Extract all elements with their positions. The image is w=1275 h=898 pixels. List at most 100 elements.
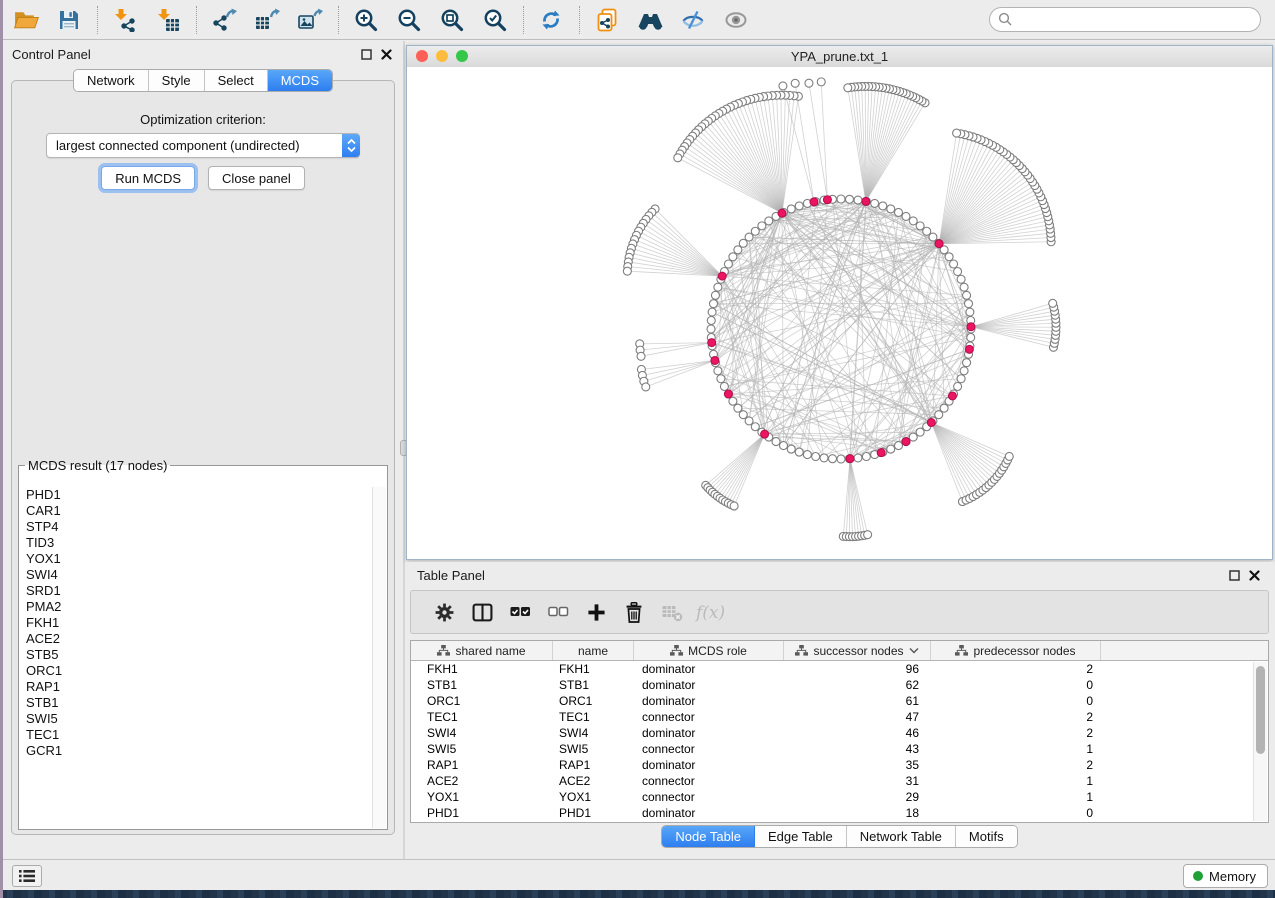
mcds-hub-node[interactable] bbox=[761, 430, 769, 438]
network-node[interactable] bbox=[887, 205, 895, 213]
mcds-result-item[interactable]: SWI4 bbox=[20, 567, 373, 583]
table-float-button[interactable] bbox=[1228, 569, 1241, 582]
mcds-hub-node[interactable] bbox=[846, 455, 854, 463]
network-node[interactable] bbox=[960, 367, 968, 375]
table-row[interactable]: SWI5SWI5connector431 bbox=[411, 741, 1268, 757]
network-node[interactable] bbox=[751, 227, 759, 235]
tab-network-table[interactable]: Network Table bbox=[847, 826, 956, 847]
zoom-in-button[interactable] bbox=[349, 4, 383, 36]
mcds-hub-node[interactable] bbox=[902, 438, 910, 446]
table-row[interactable]: FKH1FKH1dominator962 bbox=[411, 661, 1268, 677]
mcds-result-item[interactable]: TEC1 bbox=[20, 727, 373, 743]
mcds-hub-node[interactable] bbox=[778, 209, 786, 217]
cell[interactable]: ACE2 bbox=[553, 774, 634, 788]
mcds-result-item[interactable]: STB5 bbox=[20, 647, 373, 663]
network-canvas[interactable] bbox=[407, 67, 1272, 559]
task-history-button[interactable] bbox=[12, 865, 42, 887]
network-node[interactable] bbox=[854, 196, 862, 204]
table-mode-gear-button[interactable] bbox=[429, 597, 459, 627]
mcds-result-item[interactable]: STB1 bbox=[20, 695, 373, 711]
table-row[interactable]: RAP1RAP1dominator352 bbox=[411, 757, 1268, 773]
network-node[interactable] bbox=[837, 195, 845, 203]
network-node[interactable] bbox=[960, 283, 968, 291]
network-node[interactable] bbox=[879, 202, 887, 210]
network-node[interactable] bbox=[923, 227, 931, 235]
cell[interactable]: SWI4 bbox=[411, 726, 553, 740]
cell[interactable]: 0 bbox=[931, 694, 1101, 708]
export-image-button[interactable] bbox=[293, 4, 327, 36]
cell[interactable]: RAP1 bbox=[553, 758, 634, 772]
mcds-result-item[interactable]: GCR1 bbox=[20, 743, 373, 759]
mcds-hub-node[interactable] bbox=[948, 392, 956, 400]
network-node[interactable] bbox=[862, 453, 870, 461]
mcds-hub-node[interactable] bbox=[711, 356, 719, 364]
export-network-button[interactable] bbox=[207, 4, 241, 36]
optimization-criterion-select[interactable]: largest connected component (undirected) bbox=[46, 133, 360, 158]
network-node[interactable] bbox=[935, 411, 943, 419]
mcds-hub-node[interactable] bbox=[927, 419, 935, 427]
cell[interactable]: 0 bbox=[931, 678, 1101, 692]
table-row[interactable]: STB1STB1dominator620 bbox=[411, 677, 1268, 693]
float-panel-button[interactable] bbox=[360, 48, 373, 61]
network-node[interactable] bbox=[734, 404, 742, 412]
network-node[interactable] bbox=[954, 382, 962, 390]
create-column-button[interactable] bbox=[581, 597, 611, 627]
network-node[interactable] bbox=[1049, 299, 1057, 307]
network-node[interactable] bbox=[745, 417, 753, 425]
network-node[interactable] bbox=[787, 205, 795, 213]
import-table-button[interactable] bbox=[151, 4, 185, 36]
mcds-hub-node[interactable] bbox=[877, 449, 885, 457]
open-file-button[interactable] bbox=[9, 4, 43, 36]
network-node[interactable] bbox=[734, 246, 742, 254]
cell[interactable]: dominator bbox=[634, 726, 784, 740]
cell[interactable]: dominator bbox=[634, 758, 784, 772]
network-node[interactable] bbox=[965, 300, 973, 308]
tab-motifs[interactable]: Motifs bbox=[956, 826, 1017, 847]
mcds-hub-node[interactable] bbox=[823, 196, 831, 204]
network-node[interactable] bbox=[957, 275, 965, 283]
network-node[interactable] bbox=[745, 233, 753, 241]
cell[interactable]: 2 bbox=[931, 726, 1101, 740]
graphics-details-button[interactable] bbox=[676, 4, 710, 36]
cell[interactable]: connector bbox=[634, 774, 784, 788]
cell[interactable]: connector bbox=[634, 742, 784, 756]
run-mcds-button[interactable]: Run MCDS bbox=[101, 166, 195, 190]
cell[interactable]: 1 bbox=[931, 742, 1101, 756]
deselect-all-rows-button[interactable] bbox=[543, 597, 573, 627]
cell[interactable]: dominator bbox=[634, 662, 784, 676]
column-header-shared-name[interactable]: shared name bbox=[411, 641, 553, 660]
network-node[interactable] bbox=[940, 404, 948, 412]
network-node[interactable] bbox=[945, 253, 953, 261]
network-node[interactable] bbox=[623, 267, 631, 275]
cell[interactable]: 46 bbox=[784, 726, 931, 740]
network-node[interactable] bbox=[714, 283, 722, 291]
network-node[interactable] bbox=[758, 222, 766, 230]
cell[interactable]: YOX1 bbox=[411, 790, 553, 804]
network-node[interactable] bbox=[1005, 452, 1013, 460]
cell[interactable]: FKH1 bbox=[411, 662, 553, 676]
network-node[interactable] bbox=[894, 442, 902, 450]
network-node[interactable] bbox=[837, 455, 845, 463]
show-columns-button[interactable] bbox=[467, 597, 497, 627]
cell[interactable]: SWI4 bbox=[553, 726, 634, 740]
cell[interactable]: 47 bbox=[784, 710, 931, 724]
table-scrollbar[interactable] bbox=[1253, 662, 1267, 821]
network-node[interactable] bbox=[795, 448, 803, 456]
network-node[interactable] bbox=[772, 438, 780, 446]
delete-table-button[interactable] bbox=[657, 597, 687, 627]
network-node[interactable] bbox=[711, 291, 719, 299]
cell[interactable]: STB1 bbox=[553, 678, 634, 692]
table-row[interactable]: PHD1PHD1dominator180 bbox=[411, 805, 1268, 821]
network-node[interactable] bbox=[709, 300, 717, 308]
cell[interactable]: TEC1 bbox=[411, 710, 553, 724]
cell[interactable]: 18 bbox=[784, 806, 931, 820]
network-node[interactable] bbox=[720, 382, 728, 390]
network-node[interactable] bbox=[828, 455, 836, 463]
table-row[interactable]: SWI4SWI4dominator462 bbox=[411, 725, 1268, 741]
cell[interactable]: 43 bbox=[784, 742, 931, 756]
network-node[interactable] bbox=[729, 253, 737, 261]
function-builder-button[interactable]: f(x) bbox=[695, 597, 725, 627]
cell[interactable]: dominator bbox=[634, 694, 784, 708]
network-node[interactable] bbox=[765, 217, 773, 225]
cell[interactable]: 0 bbox=[931, 806, 1101, 820]
